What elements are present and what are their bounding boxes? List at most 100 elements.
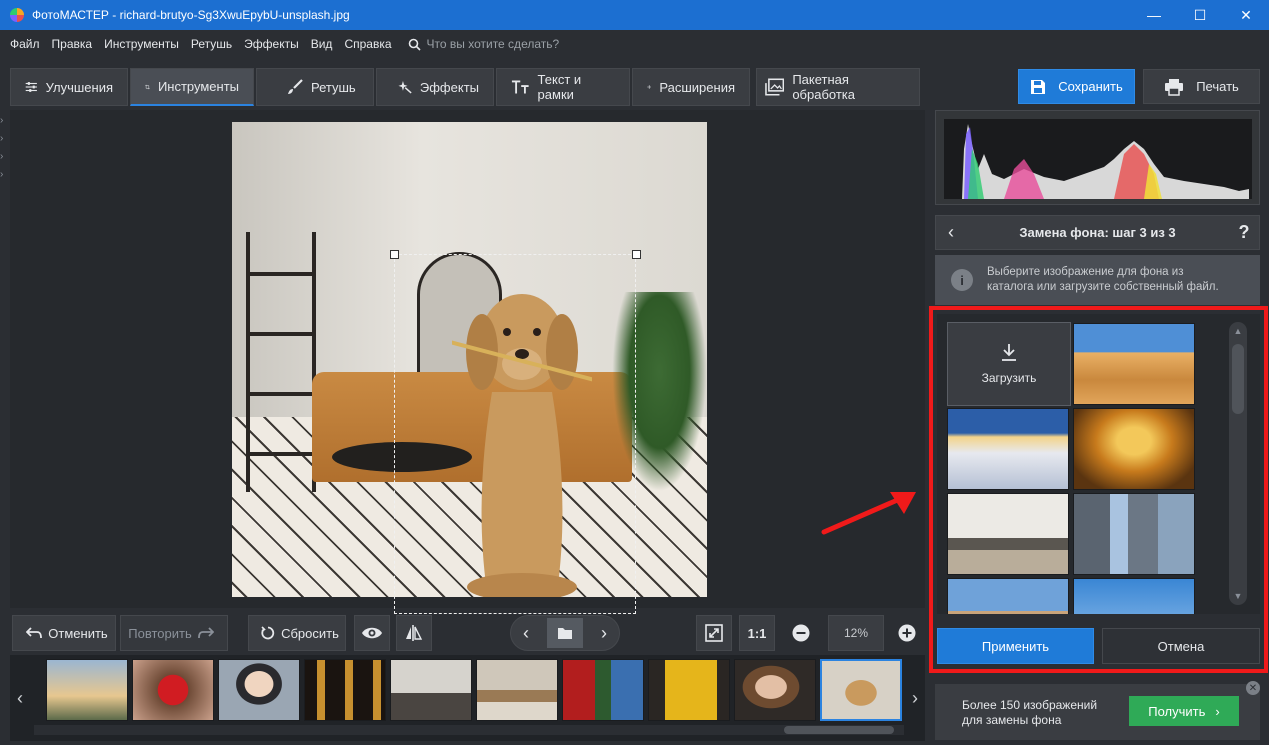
- text-icon: [511, 80, 529, 94]
- thumbnail[interactable]: [476, 659, 558, 721]
- compare-icon: [406, 625, 423, 641]
- thumbnail[interactable]: [562, 659, 644, 721]
- minus-circle-icon: [792, 624, 810, 642]
- menu-bar: Файл Правка Инструменты Ретушь Эффекты В…: [0, 30, 1269, 58]
- zoom-level[interactable]: 12%: [828, 615, 884, 651]
- zoom-out-button[interactable]: [783, 615, 819, 651]
- reset-button[interactable]: Сбросить: [248, 615, 346, 651]
- undo-button[interactable]: Отменить: [12, 615, 116, 651]
- undo-label: Отменить: [48, 625, 108, 641]
- back-button[interactable]: ‹: [936, 222, 966, 243]
- redo-label: Повторить: [128, 625, 192, 641]
- filmstrip: ‹ ›: [10, 655, 925, 741]
- scrollbar-thumb[interactable]: [784, 726, 894, 734]
- photo-shelf: [246, 232, 316, 492]
- printer-icon: [1165, 78, 1184, 96]
- menu-view[interactable]: Вид: [311, 37, 333, 51]
- thumbnail[interactable]: [734, 659, 816, 721]
- minimize-button[interactable]: —: [1131, 0, 1177, 30]
- crop-icon: [145, 84, 150, 89]
- zoom-in-button[interactable]: [890, 615, 924, 651]
- command-search[interactable]: Что вы хотите сделать?: [408, 37, 560, 51]
- menu-effects[interactable]: Эффекты: [244, 37, 299, 51]
- histogram-panel: [935, 110, 1260, 205]
- thumbnail-selected[interactable]: [820, 659, 902, 721]
- tab-tools[interactable]: Инструменты: [130, 68, 254, 106]
- selection-handle[interactable]: [632, 250, 641, 259]
- main-tabs: Улучшения Инструменты Ретушь Эффекты Тек…: [10, 68, 922, 108]
- folder-button[interactable]: [547, 618, 583, 648]
- tab-text-frames[interactable]: Текст и рамки: [496, 68, 630, 106]
- thumbnail-list: [34, 659, 904, 723]
- chevron-left-icon: ‹: [948, 222, 954, 242]
- chevron-right-icon: ›: [912, 687, 918, 708]
- undo-icon: [26, 627, 43, 639]
- chevron-left-icon[interactable]: ‹: [517, 623, 535, 644]
- close-promo-icon[interactable]: ✕: [1246, 681, 1260, 695]
- actual-size-button[interactable]: 1:1: [739, 615, 775, 651]
- app-logo-icon: [10, 8, 24, 22]
- redo-button[interactable]: Повторить: [120, 615, 228, 651]
- help-button[interactable]: ?: [1229, 222, 1259, 243]
- selection-handle[interactable]: [390, 250, 399, 259]
- chevron-left-icon: ‹: [17, 687, 23, 708]
- promo-banner: ✕ Более 150 изображений для замены фона …: [935, 681, 1260, 740]
- step-header: ‹ Замена фона: шаг 3 из 3 ?: [935, 215, 1260, 250]
- get-more-label: Получить: [1148, 703, 1206, 719]
- eye-icon: [362, 627, 382, 639]
- preview-toggle-button[interactable]: [354, 615, 390, 651]
- thumbnail[interactable]: [132, 659, 214, 721]
- maximize-button[interactable]: ☐: [1177, 0, 1223, 30]
- promo-line-2: для замены фона: [962, 713, 1062, 727]
- menu-tools[interactable]: Инструменты: [104, 37, 179, 51]
- print-label: Печать: [1196, 79, 1239, 94]
- reset-icon: [261, 626, 275, 640]
- close-button[interactable]: ✕: [1223, 0, 1269, 30]
- get-more-button[interactable]: Получить ›: [1129, 696, 1239, 726]
- menu-retouch[interactable]: Ретушь: [191, 37, 232, 51]
- tab-effects[interactable]: Эффекты: [376, 68, 494, 106]
- promo-text: Более 150 изображений для замены фона: [962, 698, 1137, 728]
- filmstrip-prev-button[interactable]: ‹: [10, 655, 30, 741]
- filmstrip-scrollbar[interactable]: [34, 725, 904, 735]
- tab-retouch[interactable]: Ретушь: [256, 68, 374, 106]
- print-button[interactable]: Печать: [1143, 69, 1260, 104]
- info-box: i Выберите изображение для фона из катал…: [935, 255, 1260, 305]
- fit-screen-button[interactable]: [696, 615, 732, 651]
- selection-box[interactable]: [394, 254, 636, 614]
- promo-line-1: Более 150 изображений: [962, 698, 1098, 712]
- side-panel-toggles[interactable]: › › › ›: [0, 112, 10, 184]
- thumbnail[interactable]: [304, 659, 386, 721]
- info-line-1: Выберите изображение для фона из: [987, 266, 1184, 278]
- redo-icon: [197, 627, 214, 639]
- chevron-right-icon: ›: [0, 169, 4, 180]
- images-icon: [765, 78, 785, 96]
- thumbnail[interactable]: [390, 659, 472, 721]
- thumbnail[interactable]: [648, 659, 730, 721]
- window-title: ФотоМАСТЕР - richard-brutyo-Sg3XwuEpybU-…: [32, 8, 350, 22]
- folder-icon: [558, 627, 572, 639]
- filmstrip-next-button[interactable]: ›: [905, 655, 925, 741]
- image-pager: ‹ ›: [510, 615, 620, 651]
- tab-label: Ретушь: [311, 79, 356, 95]
- save-button[interactable]: Сохранить: [1018, 69, 1135, 104]
- search-placeholder: Что вы хотите сделать?: [426, 37, 560, 51]
- title-bar: ФотоМАСТЕР - richard-brutyo-Sg3XwuEpybU-…: [0, 0, 1269, 30]
- floppy-icon: [1031, 79, 1046, 94]
- info-icon: i: [951, 269, 973, 291]
- highlight-frame: [929, 306, 1268, 673]
- chevron-right-icon: ›: [1215, 703, 1220, 719]
- chevron-right-icon: ›: [0, 115, 4, 126]
- menu-file[interactable]: Файл: [10, 37, 40, 51]
- tab-batch[interactable]: Пакетная обработка: [756, 68, 920, 106]
- menu-edit[interactable]: Правка: [52, 37, 93, 51]
- save-label: Сохранить: [1058, 79, 1123, 94]
- tab-extensions[interactable]: Расширения: [632, 68, 750, 106]
- thumbnail[interactable]: [218, 659, 300, 721]
- compare-button[interactable]: [396, 615, 432, 651]
- thumbnail[interactable]: [46, 659, 128, 721]
- chevron-right-icon: ›: [0, 151, 4, 162]
- chevron-right-icon[interactable]: ›: [595, 623, 613, 644]
- tab-enhancements[interactable]: Улучшения: [10, 68, 128, 106]
- menu-help[interactable]: Справка: [344, 37, 391, 51]
